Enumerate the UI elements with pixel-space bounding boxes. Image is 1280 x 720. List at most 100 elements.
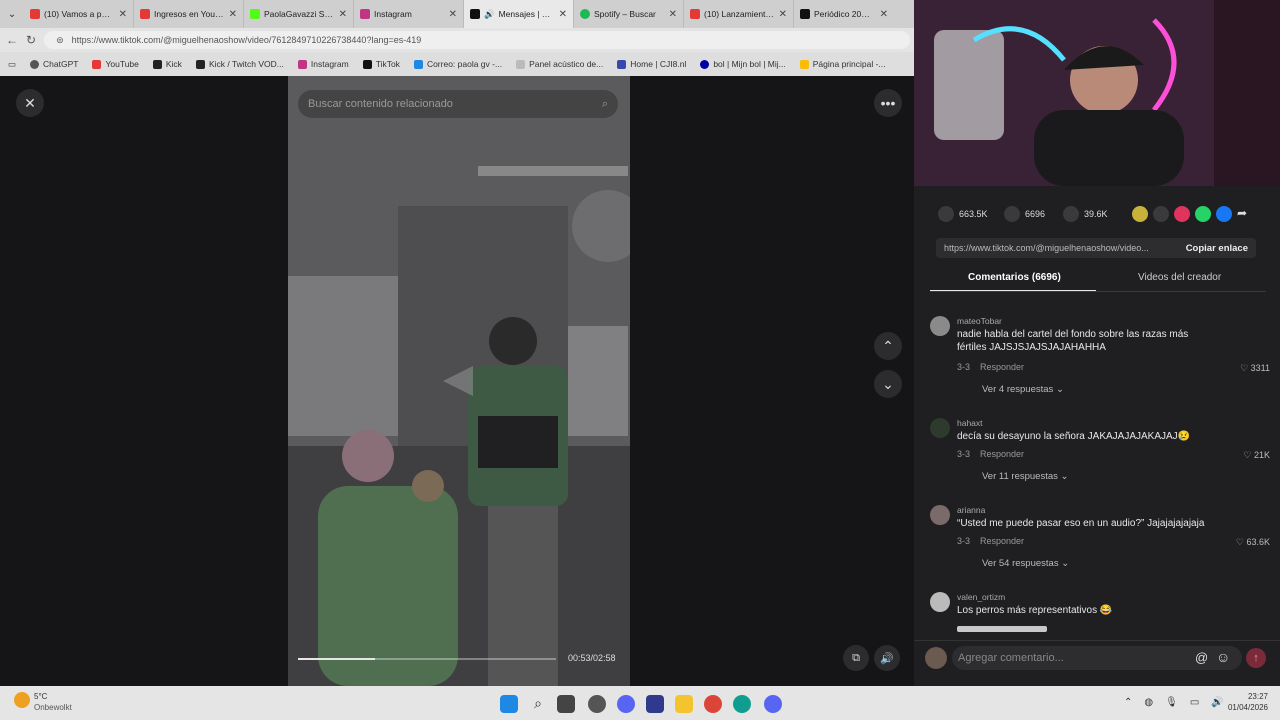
youtube-icon — [140, 9, 150, 19]
bookmark[interactable]: TikTok — [362, 59, 400, 69]
comment-likes[interactable]: ♡ 3311 — [1240, 363, 1270, 374]
comment-username[interactable]: mateoTobar — [957, 316, 1002, 326]
edge-icon[interactable] — [733, 695, 751, 713]
reply-button[interactable]: Responder — [980, 536, 1024, 546]
comment-stat[interactable]: 6696 — [1004, 206, 1045, 222]
facebook-icon[interactable] — [1216, 206, 1232, 222]
bookmark[interactable]: Kick / Twitch VOD... — [195, 59, 284, 69]
video-player[interactable] — [288, 76, 630, 686]
comment-text: Los perros más representativos 😂 — [957, 605, 1113, 616]
discord-icon[interactable] — [764, 695, 782, 713]
close-icon[interactable]: ✕ — [229, 9, 237, 20]
comment-username[interactable]: valen_ortizm — [957, 592, 1005, 602]
app-icon[interactable] — [617, 695, 635, 713]
obs-icon[interactable] — [588, 695, 606, 713]
reply-button[interactable]: Responder — [980, 362, 1024, 372]
bookmark[interactable]: Correo: paola gv -... — [413, 59, 502, 69]
start-icon[interactable] — [500, 695, 518, 713]
close-icon[interactable]: ✕ — [559, 9, 567, 20]
share-arrow-icon[interactable]: ➦ — [1237, 206, 1253, 222]
site-info-icon[interactable]: ⊜ — [56, 35, 64, 46]
next-video-button[interactable]: ⌄ — [874, 370, 902, 398]
close-icon[interactable]: ✕ — [779, 9, 787, 20]
reply-button[interactable]: Responder — [980, 449, 1024, 459]
pip-button[interactable]: ⧉ — [843, 645, 869, 671]
chevron-up-icon[interactable]: ⌃ — [1124, 697, 1132, 708]
send-icon[interactable] — [1174, 206, 1190, 222]
browser-tab[interactable]: (10) Vamos a por los ✕ — [24, 0, 134, 28]
close-icon[interactable]: ✕ — [119, 9, 127, 20]
like-stat[interactable]: 663.5K — [938, 206, 988, 222]
avatar[interactable] — [930, 418, 950, 438]
comment-username[interactable]: arianna — [957, 505, 985, 515]
speaker-icon[interactable]: 🔊 — [484, 9, 495, 20]
reload-icon[interactable]: ↻ — [26, 33, 36, 47]
bookmark[interactable]: bol | Mijn bol | Mij... — [700, 59, 786, 69]
post-comment-button[interactable]: ↑ — [1246, 648, 1266, 668]
file-explorer-icon[interactable] — [675, 695, 693, 713]
search-input[interactable]: Buscar contenido relacionado ⌕ — [298, 90, 618, 118]
comment-item: mateoTobar nadie habla del cartel del fo… — [930, 316, 1270, 398]
weather-icon[interactable] — [14, 692, 30, 708]
network-icon[interactable]: ▭ — [1190, 697, 1199, 708]
view-replies-button[interactable]: Ver 4 respuestas ⌄ — [982, 384, 1064, 395]
reading-list-icon[interactable]: ▭ — [8, 59, 16, 70]
browser-tab[interactable]: PaolaGavazzi Stream ✕ — [244, 0, 354, 28]
browser-tab[interactable]: Spotify – Buscar ✕ — [574, 0, 684, 28]
bookmark[interactable]: Kick — [152, 59, 182, 69]
chrome-icon[interactable] — [704, 695, 722, 713]
browser-tab[interactable]: Periódico 20minutos ✕ — [794, 0, 894, 28]
emoji-icon[interactable]: ☺ — [1216, 649, 1230, 665]
bookmark[interactable]: Instagram — [297, 59, 349, 69]
comment-likes[interactable]: ♡ 63.6K — [1236, 537, 1270, 548]
tab-list-icon[interactable]: ⌄ — [0, 9, 24, 20]
chevron-down-icon: ⌄ — [1060, 471, 1069, 482]
search-icon[interactable]: ⌕ — [529, 695, 547, 713]
bookmark[interactable]: Panel acústico de... — [516, 59, 603, 69]
close-button[interactable]: ✕ — [16, 89, 44, 117]
avatar[interactable] — [930, 316, 950, 336]
browser-tab[interactable]: (10) Lanzamiento Ar ✕ — [684, 0, 794, 28]
avatar[interactable] — [930, 592, 950, 612]
whatsapp-icon[interactable] — [1195, 206, 1211, 222]
previous-video-button[interactable]: ⌃ — [874, 332, 902, 360]
comment-likes[interactable]: ♡ 21K — [1243, 450, 1270, 461]
tab-creator-videos[interactable]: Videos del creador — [1138, 272, 1221, 283]
close-icon[interactable]: ✕ — [339, 9, 347, 20]
emoji-share-icon[interactable] — [1132, 206, 1148, 222]
view-replies-button[interactable]: Ver 11 respuestas ⌄ — [982, 471, 1068, 482]
close-icon[interactable]: ✕ — [669, 9, 677, 20]
app-icon[interactable] — [646, 695, 664, 713]
bookmark[interactable]: ChatGPT — [30, 59, 78, 69]
close-icon[interactable]: ✕ — [880, 9, 888, 20]
comment-image-thumbnail[interactable] — [957, 626, 1047, 632]
embed-icon[interactable] — [1153, 206, 1169, 222]
browser-tab-active[interactable]: 🔊Mensajes | TikTok ✕ — [464, 0, 574, 28]
browser-tab[interactable]: Instagram ✕ — [354, 0, 464, 28]
tab-comments[interactable]: Comentarios (6696) — [968, 272, 1061, 283]
bookmark[interactable]: YouTube — [92, 59, 139, 69]
mention-icon[interactable]: @ — [1195, 650, 1208, 665]
microphone-icon[interactable]: 🎙 — [1165, 697, 1178, 708]
back-icon[interactable]: ← — [6, 33, 18, 47]
progress-bar[interactable] — [298, 658, 556, 660]
save-stat[interactable]: 39.6K — [1063, 206, 1108, 222]
bookmark[interactable]: Página principal -... — [799, 59, 886, 69]
volume-button[interactable]: 🔊 — [874, 645, 900, 671]
like-count: 663.5K — [959, 209, 988, 219]
app-tray-icon[interactable]: ◍ — [1144, 697, 1153, 708]
url-field[interactable]: ⊜ https://www.tiktok.com/@miguelhenaosho… — [44, 31, 910, 49]
search-icon[interactable]: ⌕ — [602, 98, 608, 111]
browser-tab[interactable]: Ingresos en YouTube ✕ — [134, 0, 244, 28]
comment-username[interactable]: hahaxt — [957, 418, 983, 428]
avatar[interactable] — [930, 505, 950, 525]
task-view-icon[interactable] — [557, 695, 575, 713]
more-options-button[interactable]: ••• — [874, 89, 902, 117]
close-icon[interactable]: ✕ — [449, 9, 457, 20]
user-avatar[interactable] — [925, 647, 947, 669]
share-link[interactable]: https://www.tiktok.com/@miguelhenaoshow/… — [944, 243, 1149, 253]
copy-link-button[interactable]: Copiar enlace — [1186, 243, 1248, 254]
view-replies-button[interactable]: Ver 54 respuestas ⌄ — [982, 558, 1069, 569]
webcam-overlay — [914, 0, 1280, 186]
bookmark[interactable]: Home | CJI8.nl — [617, 59, 686, 69]
